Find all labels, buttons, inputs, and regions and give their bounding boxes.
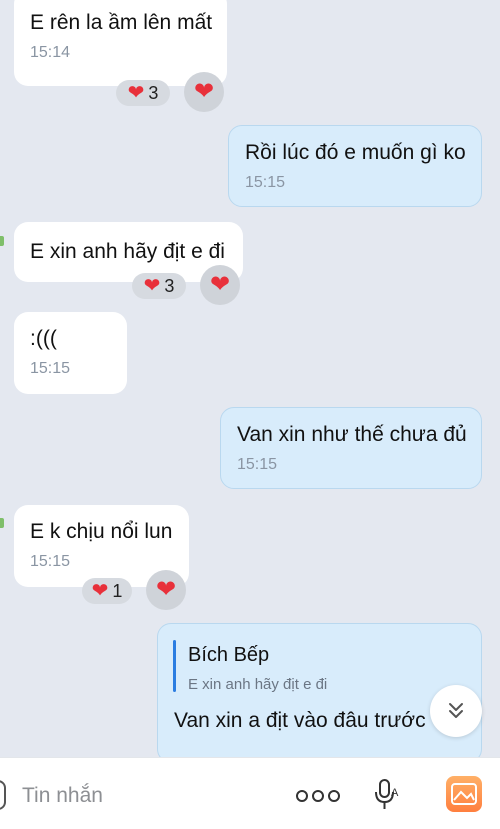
quote-bar bbox=[173, 640, 176, 692]
reaction-count-value: 3 bbox=[164, 275, 175, 296]
heart-icon: ❤ bbox=[193, 78, 215, 105]
reaction-count[interactable]: ❤ 3 bbox=[132, 273, 186, 299]
chat-area[interactable]: E rên la ầm lên mất 15:14 ❤ 3 ❤ Rồi lúc … bbox=[0, 0, 500, 757]
chevron-double-down-icon bbox=[449, 703, 463, 718]
scroll-to-bottom-button[interactable] bbox=[430, 685, 482, 737]
message-text: E xin anh hãy địt e đi bbox=[30, 240, 225, 263]
reaction-count[interactable]: ❤ 1 bbox=[82, 578, 132, 604]
message-text: Van xin như thế chưa đủ bbox=[237, 423, 467, 446]
message-time: 15:14 bbox=[30, 44, 71, 61]
react-button[interactable]: ❤ bbox=[184, 72, 224, 112]
heart-icon: ❤ bbox=[91, 580, 109, 602]
reaction-count-value: 3 bbox=[148, 82, 159, 103]
quoted-sender-name: Bích Bếp bbox=[188, 644, 270, 666]
quoted-message-text: E xin anh hãy địt e đi bbox=[188, 676, 328, 693]
message-bubble-outgoing[interactable]: Rồi lúc đó e muốn gì ko 15:15 bbox=[228, 125, 482, 207]
reaction-count-value: 1 bbox=[112, 580, 123, 601]
message-time: 15:15 bbox=[30, 553, 71, 570]
message-text: :((( bbox=[30, 327, 57, 350]
message-text: E rên la ầm lên mất bbox=[30, 11, 213, 34]
heart-icon: ❤ bbox=[155, 576, 177, 603]
reply-message-bubble[interactable]: Bích Bếp E xin anh hãy địt e đi Van xin … bbox=[157, 623, 482, 757]
edge-marker bbox=[0, 518, 4, 528]
svg-text:A: A bbox=[391, 787, 399, 799]
heart-icon: ❤ bbox=[209, 271, 231, 298]
more-dots-icon[interactable] bbox=[296, 790, 340, 802]
gallery-icon[interactable] bbox=[446, 776, 482, 812]
message-time: 15:15 bbox=[30, 360, 71, 377]
message-text: Van xin a địt vào đâu trước bbox=[174, 709, 426, 732]
message-bubble-outgoing[interactable]: Van xin như thế chưa đủ 15:15 bbox=[220, 407, 482, 489]
message-input-bar: Tin nhắn A bbox=[0, 757, 500, 829]
message-time: 15:15 bbox=[245, 174, 286, 191]
message-input[interactable]: Tin nhắn bbox=[22, 784, 103, 808]
react-button[interactable]: ❤ bbox=[200, 265, 240, 305]
heart-icon: ❤ bbox=[127, 82, 145, 104]
message-time: 15:15 bbox=[237, 456, 278, 473]
heart-icon: ❤ bbox=[143, 275, 161, 297]
emoji-icon[interactable] bbox=[0, 780, 6, 810]
message-text: E k chịu nổi lun bbox=[30, 520, 173, 543]
microphone-icon[interactable]: A bbox=[372, 778, 402, 812]
message-bubble-incoming[interactable]: :((( 15:15 bbox=[14, 312, 127, 394]
reaction-count[interactable]: ❤ 3 bbox=[116, 80, 170, 106]
edge-marker bbox=[0, 236, 4, 246]
message-text: Rồi lúc đó e muốn gì ko bbox=[245, 141, 466, 164]
react-button[interactable]: ❤ bbox=[146, 570, 186, 610]
